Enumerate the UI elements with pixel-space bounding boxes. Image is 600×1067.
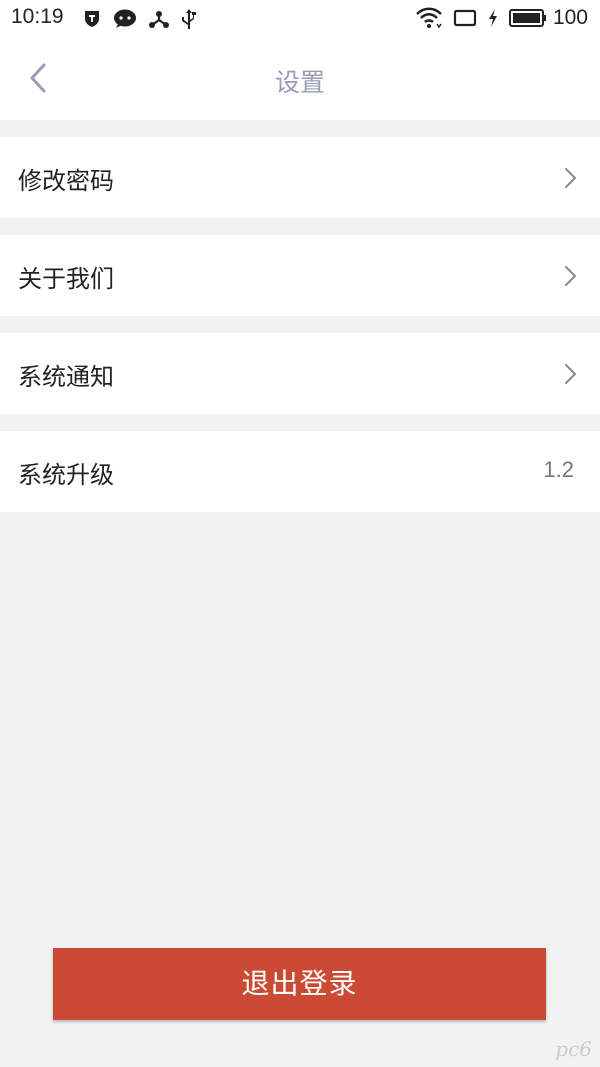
battery-level: 100 (552, 6, 588, 29)
settings-item-label: 修改密码 (18, 167, 114, 195)
battery-icon (508, 8, 547, 28)
wifi-icon (415, 7, 443, 29)
status-system-icons: 100 (405, 6, 588, 30)
settings-item-label: 关于我们 (18, 265, 114, 293)
version-number: 1.2 (543, 457, 574, 482)
watermark-logo: pc6 (555, 1037, 592, 1061)
tablet-icon (453, 8, 477, 28)
settings-item-about-us[interactable]: 关于我们 (0, 235, 600, 316)
chevron-right-icon (565, 266, 576, 286)
chevron-right-icon (565, 364, 576, 384)
logout-button[interactable]: 退出登录 (53, 948, 546, 1020)
watermark-text: pc6 (555, 1037, 592, 1061)
charging-bolt-icon (487, 8, 499, 28)
shield-icon (82, 9, 102, 29)
share-nodes-icon (148, 9, 170, 29)
chevron-right-icon (565, 168, 576, 188)
settings-item-label: 系统升级 (18, 461, 114, 489)
settings-item-system-upgrade[interactable]: 系统升级 1.2 (0, 431, 600, 512)
status-time: 10:19 (11, 5, 64, 28)
usb-icon (181, 8, 197, 30)
page-title: 设置 (274, 68, 325, 97)
status-notification-icons (82, 8, 208, 30)
settings-item-change-password[interactable]: 修改密码 (0, 137, 600, 218)
chat-bubble-icon (113, 9, 137, 29)
nav-bar: 设置 (0, 38, 600, 120)
settings-screen: 10:19 100 设置 修改密码 关于我们 系统通知 系统升级 1.2 退出登… (0, 0, 600, 1067)
status-bar: 10:19 100 (0, 0, 600, 38)
settings-list: 修改密码 关于我们 系统通知 系统升级 1.2 (0, 137, 600, 512)
settings-item-label: 系统通知 (18, 363, 114, 391)
settings-item-system-notifications[interactable]: 系统通知 (0, 333, 600, 414)
